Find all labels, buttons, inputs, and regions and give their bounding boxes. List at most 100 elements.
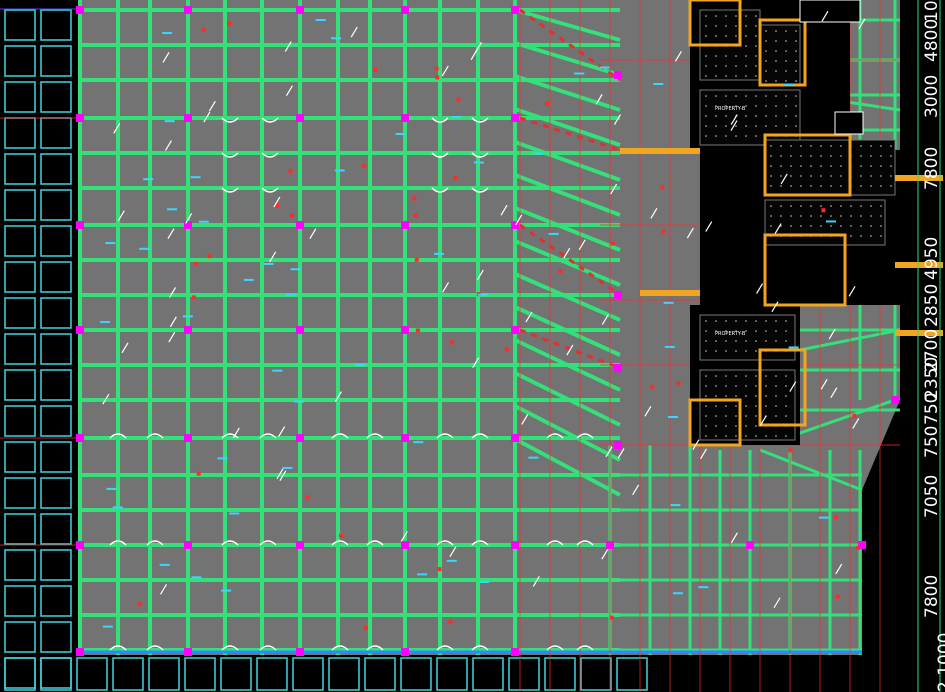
hatch-dot [775,435,777,437]
hatch-dot [725,375,727,377]
hatch-dot [795,60,797,62]
column [511,326,519,334]
column [184,326,192,334]
hatch-dot [840,165,842,167]
hatch-dot [785,385,787,387]
hatch-dot [735,375,737,377]
hatch-dot [715,405,717,407]
tick-mark [413,213,418,218]
hatch-dot [785,50,787,52]
hatch-dot [795,125,797,127]
hatch-dot [800,145,802,147]
hatch-dot [770,155,772,157]
tick-mark [835,594,840,599]
hatch-dot [850,205,852,207]
dim-7800-bottom: 7800 [922,575,942,618]
hatch-dot [765,340,767,342]
tick-mark [558,269,563,274]
hatch-dot [770,165,772,167]
hatch-dot [755,25,757,27]
hatch-dot [715,125,717,127]
hatch-dot [830,205,832,207]
tick-mark [362,163,367,168]
hatch-dot [770,205,772,207]
hatch-dot [840,225,842,227]
hatch-dot [705,25,707,27]
column [401,648,409,656]
opening [799,0,861,23]
hatch-dot [785,40,787,42]
hatch-dot [735,385,737,387]
hatch-dot [725,385,727,387]
hatch-dot [795,40,797,42]
column [511,541,519,549]
column [614,364,622,372]
tick-mark [201,27,206,32]
hatch-dot [725,350,727,352]
hatch-dot [870,225,872,227]
tick-mark [788,448,793,453]
hatch-dot [860,215,862,217]
dim-750-a: 750 [922,393,942,425]
column [184,221,192,229]
hatch-dot [790,185,792,187]
hatch-dot [705,415,707,417]
hatch-dot [735,95,737,97]
hatch-dot [775,105,777,107]
hatch-dot [810,165,812,167]
column [76,221,84,229]
hatch-dot [765,115,767,117]
column [614,441,622,449]
tick-mark [289,213,294,218]
hatch-dot [755,55,757,57]
column [401,221,409,229]
column [184,6,192,14]
hatch-dot [790,155,792,157]
hatch-dot [705,55,707,57]
hatch-dot [745,385,747,387]
hatch-dot [785,330,787,332]
hatch-dot [840,175,842,177]
hatch-dot [725,435,727,437]
hatch-dot [775,405,777,407]
hatch-dot [705,435,707,437]
hatch-dot [785,435,787,437]
hatch-dot [725,95,727,97]
column [511,434,519,442]
hatch-dot [820,205,822,207]
column [401,326,409,334]
hatch-dot [755,395,757,397]
hatch-dot [705,340,707,342]
hatch-dot [830,175,832,177]
hatch-dot [890,165,892,167]
hatch-dot [725,405,727,407]
hatch-dot [850,235,852,237]
column [76,541,84,549]
hatch-dot [705,95,707,97]
hatch-dot [880,235,882,237]
tick-mark [305,495,310,500]
hatch-dot [745,105,747,107]
hatch-dot [890,155,892,157]
tick-mark [676,381,681,386]
hatch-dot [795,70,797,72]
hatch-dot [745,330,747,332]
hatch-dot [725,320,727,322]
hatch-dot [770,215,772,217]
column [296,326,304,334]
hatch-dot [715,35,717,37]
hatch-dot [770,185,772,187]
hatch-dot [765,105,767,107]
hatch-dot [830,165,832,167]
hatch-dot [850,215,852,217]
dimension-labels: 4800 105 3000 7800 4950 2850 2700 2350 7… [922,0,945,692]
hatch-dot [775,375,777,377]
hatch-dot [715,15,717,17]
hatch-dot [755,15,757,17]
hatch-dot [745,25,747,27]
hatch-dot [785,80,787,82]
hatch-dot [830,185,832,187]
hatch-dot [775,340,777,342]
hatch-dot [810,205,812,207]
hatch-dot [755,350,757,352]
